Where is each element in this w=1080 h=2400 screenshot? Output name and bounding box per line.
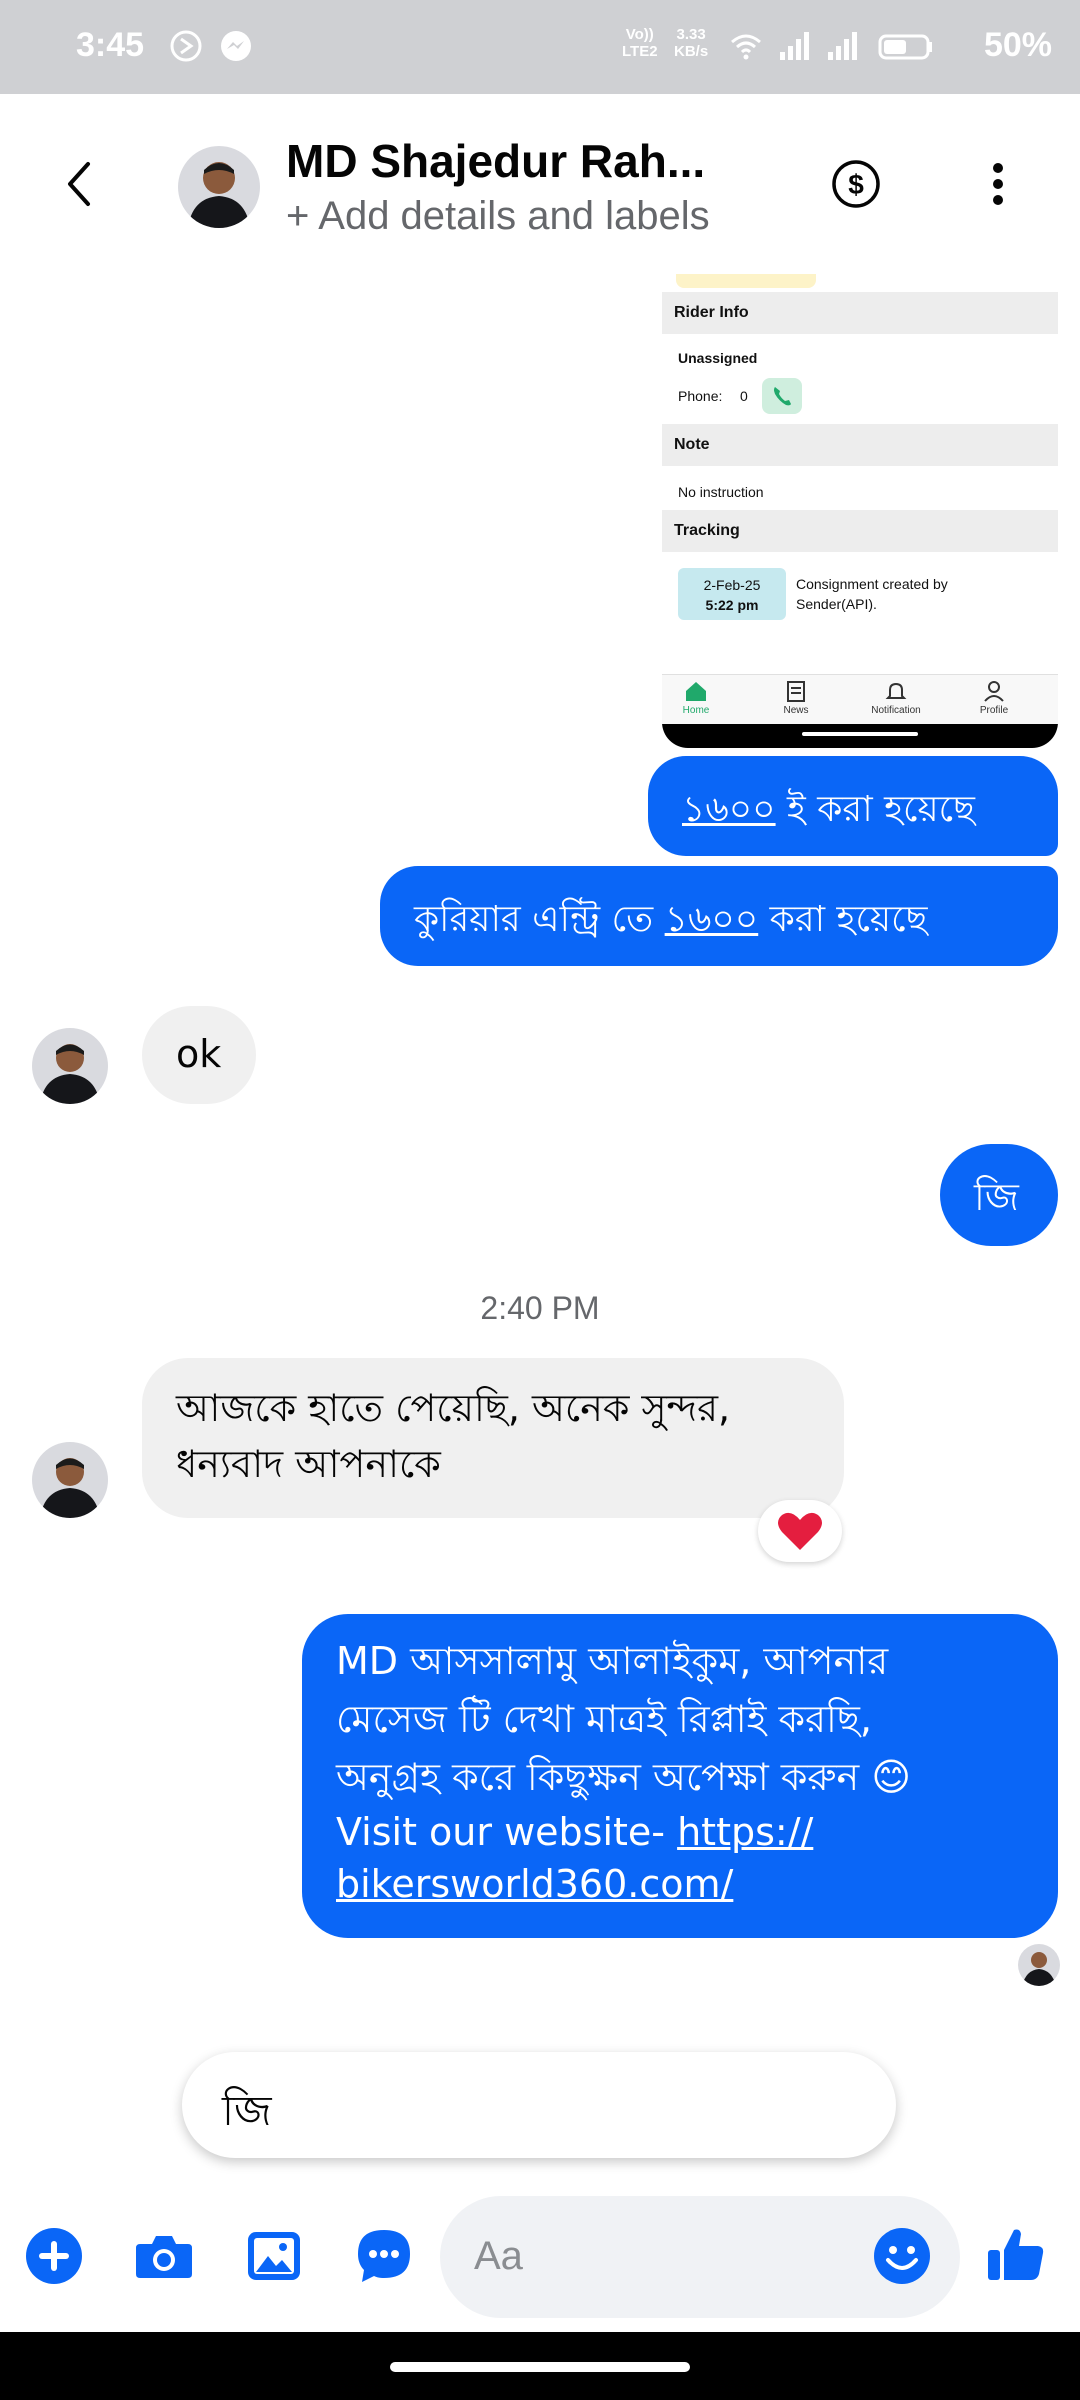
signal-icon-sim1 (780, 32, 809, 60)
more-options-icon[interactable] (980, 154, 1016, 214)
no-disturb-icon (170, 30, 202, 62)
volte-indicator: Vo)) LTE2 (622, 26, 658, 60)
add-details-link[interactable]: + Add details and labels (286, 194, 710, 239)
news-tab: News (756, 679, 836, 716)
battery-percent: 50% (983, 26, 1052, 64)
rider-status: Unassigned (678, 350, 758, 366)
thumbs-up-icon[interactable] (984, 2222, 1048, 2286)
quick-reply-suggestion[interactable]: জি (182, 2052, 896, 2158)
contact-avatar[interactable] (178, 146, 260, 228)
status-time: 3:45 (76, 26, 145, 64)
message-outgoing[interactable]: কুরিয়ার এন্ট্রি তে ১৬০০ করা হয়েছে (380, 866, 1058, 966)
chat-bubble-icon[interactable] (354, 2226, 414, 2286)
profile-icon (984, 681, 1004, 702)
home-icon (686, 682, 706, 701)
heart-icon (778, 1512, 822, 1550)
status-bar: 3:45 Vo)) LTE2 3.33 KB/s 50% (0, 0, 1080, 94)
news-icon (787, 681, 805, 702)
shared-image-attachment[interactable]: Rider Info Unassigned Phone: 0 Note No i… (662, 274, 1058, 748)
message-outgoing[interactable]: ১৬০০ ই করা হয়েছে (648, 756, 1058, 856)
message-input-placeholder: Aa (474, 2234, 523, 2278)
rider-info-heading: Rider Info (662, 292, 1058, 334)
message-incoming[interactable]: আজকে হাতে পেয়েছি, অনেক সুন্দর, ধন্যবাদ … (142, 1358, 844, 1518)
battery-icon (878, 34, 932, 60)
home-tab: Home (662, 679, 736, 716)
highlight-strip (676, 274, 816, 288)
website-link[interactable]: bikersworld360.com/ (336, 1858, 1058, 1910)
tracking-heading: Tracking (662, 510, 1058, 552)
message-amount-link[interactable]: ১৬০০ (682, 789, 776, 830)
payment-dollar-icon[interactable]: $ (830, 158, 882, 210)
shared-app-tabbar: Home News Notification Profile (662, 674, 1058, 724)
contact-name[interactable]: MD Shajedur Rah... (286, 134, 705, 188)
message-amount-link[interactable]: ১৬০০ (665, 899, 759, 940)
messenger-notification-icon (221, 31, 251, 61)
back-arrow-icon[interactable] (56, 154, 104, 214)
message-timestamp: 2:40 PM (480, 1290, 600, 1326)
phone-call-icon (762, 378, 802, 414)
message-incoming[interactable]: ok (142, 1006, 256, 1104)
seen-receipt-avatar (1018, 1944, 1060, 1986)
message-input[interactable]: Aa (440, 2196, 960, 2318)
gallery-image-icon[interactable] (244, 2226, 304, 2286)
message-composer: Aa (0, 2180, 1080, 2332)
shared-image-navbar (662, 724, 1058, 748)
phone-label: Phone: (678, 388, 723, 404)
phone-value: 0 (740, 388, 748, 404)
message-outgoing[interactable]: জি (940, 1144, 1058, 1246)
camera-icon[interactable] (134, 2226, 194, 2286)
notification-tab: Notification (856, 679, 936, 716)
message-outgoing-auto-reply[interactable]: MD আসসালামু আলাইকুম, আপনার মেসেজ টি দেখা… (302, 1614, 1058, 1938)
tracking-text-line1: Consignment created by (796, 576, 948, 592)
svg-text:$: $ (848, 169, 864, 200)
signal-icon-sim2 (828, 32, 857, 60)
emoji-icon[interactable] (872, 2226, 932, 2286)
home-gesture-handle[interactable] (390, 2362, 690, 2372)
note-heading: Note (662, 424, 1058, 466)
sender-avatar[interactable] (32, 1028, 108, 1104)
profile-tab: Profile (954, 679, 1034, 716)
add-plus-icon[interactable] (24, 2226, 84, 2286)
tracking-text-line2: Sender(API). (796, 596, 877, 612)
system-navigation-bar (0, 2332, 1080, 2400)
bell-icon (885, 682, 907, 699)
sender-avatar[interactable] (32, 1442, 108, 1518)
conversation-header: MD Shajedur Rah... + Add details and lab… (0, 94, 1080, 274)
note-value: No instruction (678, 484, 764, 500)
tracking-date-badge: 2-Feb-25 5:22 pm (678, 568, 786, 620)
heart-reaction[interactable] (758, 1500, 842, 1562)
website-link[interactable]: https:// (677, 1810, 813, 1854)
network-speed: 3.33 KB/s (674, 26, 709, 60)
wifi-icon (731, 34, 761, 60)
